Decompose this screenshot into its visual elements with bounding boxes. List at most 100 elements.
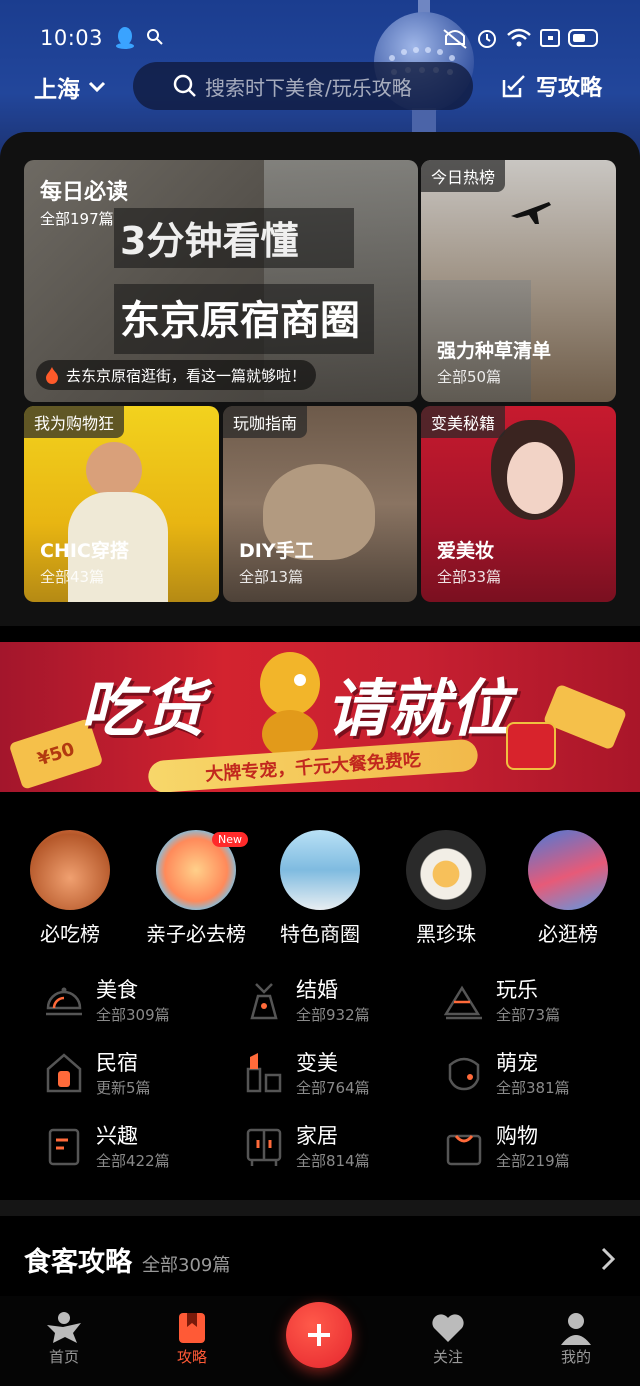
quick-link-label: 必逛榜 — [538, 922, 598, 946]
diy-tag: 玩咖指南 — [223, 406, 308, 438]
add-post-button[interactable] — [286, 1302, 352, 1368]
makeup-card[interactable]: 变美秘籍 爱美妆 全部33篇 — [421, 406, 616, 602]
edit-icon — [502, 75, 525, 98]
portrait-photo — [507, 442, 563, 514]
category-count: 全部814篇 — [296, 1152, 370, 1170]
diy-card[interactable]: 玩咖指南 DIY手工 全部13篇 — [223, 406, 417, 602]
heart-icon — [432, 1314, 464, 1342]
category-home[interactable]: 家居 全部814篇 — [244, 1120, 424, 1180]
chic-count: 全部43篇 — [40, 568, 105, 586]
city-selector[interactable]: 上海 — [34, 70, 106, 104]
category-name: 民宿 — [96, 1051, 138, 1075]
house-icon — [46, 1053, 82, 1093]
category-wedding[interactable]: 结婚 全部932篇 — [244, 974, 424, 1034]
category-count: 全部219篇 — [496, 1152, 570, 1170]
search-input[interactable]: 搜索时下美食/玩乐攻略 — [133, 62, 473, 110]
coupon-value: ¥50 — [34, 738, 78, 770]
tab-home[interactable]: 首页 — [24, 1310, 104, 1367]
hot-count: 全部50篇 — [437, 368, 502, 386]
daily-caption-text: 去东京原宿逛街，看这一篇就够啦！ — [66, 366, 307, 385]
search-placeholder: 搜索时下美食/玩乐攻略 — [205, 75, 412, 100]
category-hobby[interactable]: 兴趣 全部422篇 — [44, 1120, 224, 1180]
dome-icon — [46, 987, 82, 1016]
quick-link-label: 黑珍珠 — [416, 922, 476, 946]
fire-icon — [46, 367, 58, 384]
banner-headline-left: 吃货 — [80, 672, 205, 745]
category-fun[interactable]: 玩乐 全部73篇 — [444, 974, 624, 1034]
category-homestay[interactable]: 民宿 更新5篇 — [44, 1047, 224, 1107]
makeup-count: 全部33篇 — [437, 568, 502, 586]
city-label: 上海 — [34, 77, 80, 103]
quick-links: 必吃榜 亲子必去榜 New 特色商圈 黑珍珠 必逛榜 — [0, 830, 640, 950]
category-beauty[interactable]: 变美 全部764篇 — [244, 1047, 424, 1107]
daily-caption: 去东京原宿逛街，看这一篇就够啦！ — [36, 360, 317, 390]
bookmark-icon — [179, 1313, 205, 1343]
category-shopping[interactable]: 购物 全部219篇 — [444, 1120, 624, 1180]
section-count: 全部309篇 — [142, 1255, 231, 1276]
mountain-icon — [444, 985, 482, 1020]
quick-link-label: 特色商圈 — [280, 922, 360, 946]
model-photo — [86, 442, 142, 498]
wifi-icon — [507, 28, 531, 47]
quick-link-districts[interactable]: 特色商圈 — [260, 830, 380, 947]
quick-link-family[interactable]: 亲子必去榜 — [136, 830, 256, 947]
mall-photo — [528, 830, 608, 910]
category-name: 美食 — [96, 978, 138, 1002]
hot-title: 强力种草清单 — [437, 340, 552, 362]
top-bar: 上海 搜索时下美食/玩乐攻略 写攻略 — [0, 62, 640, 112]
banner-headline-right: 请就位 — [326, 672, 513, 745]
category-name: 玩乐 — [496, 978, 538, 1002]
category-pets[interactable]: 萌宠 全部381篇 — [444, 1047, 624, 1107]
quick-link-label: 亲子必去榜 — [146, 922, 246, 946]
overlay-title-1: 3分钟看懂 — [120, 219, 299, 263]
category-count: 全部932篇 — [296, 1006, 370, 1024]
chic-tag: 我为购物狂 — [24, 406, 125, 438]
foodie-guide-header[interactable]: 食客攻略 全部309篇 — [24, 1240, 230, 1279]
category-name: 萌宠 — [496, 1051, 538, 1075]
wedding-icon — [250, 983, 278, 1020]
quick-link-label: 必吃榜 — [40, 922, 100, 946]
chevron-right-icon[interactable] — [598, 1246, 618, 1272]
quick-link-black-pearl[interactable]: 黑珍珠 — [386, 830, 506, 947]
qq-icon — [116, 27, 134, 49]
tab-follow[interactable]: 关注 — [408, 1310, 488, 1367]
daily-title: 每日必读 — [40, 180, 129, 205]
daily-count: 全部197篇 — [40, 210, 114, 228]
section-title: 食客攻略 — [24, 1247, 132, 1278]
chevron-down-icon — [88, 81, 106, 93]
dog-icon — [448, 1057, 480, 1091]
dish-photo — [406, 830, 486, 910]
category-count: 更新5篇 — [96, 1079, 151, 1097]
daily-read-card[interactable]: 3分钟看懂 东京原宿商圈 每日必读 全部197篇 去东京原宿逛街，看这一篇就够啦… — [24, 160, 418, 402]
quick-link-shopping[interactable]: 必逛榜 — [508, 830, 628, 947]
category-name: 购物 — [496, 1124, 538, 1148]
category-count: 全部764篇 — [296, 1079, 370, 1097]
bag-icon — [446, 1134, 482, 1166]
write-label: 写攻略 — [536, 76, 603, 101]
tab-guides[interactable]: 攻略 — [152, 1310, 232, 1367]
foodie-banner[interactable]: ¥50 吃货 请就位 大牌专宠，千元大餐免费吃 — [0, 642, 640, 792]
hot-list-card[interactable]: 今日热榜 强力种草清单 全部50篇 — [421, 160, 616, 402]
gold-mascot-icon — [260, 652, 320, 758]
quick-link-must-eat[interactable]: 必吃榜 — [10, 830, 130, 947]
category-food[interactable]: 美食 全部309篇 — [44, 974, 224, 1034]
chic-title: CHIC穿搭 — [40, 540, 129, 562]
red-envelope-icon — [506, 722, 556, 770]
lipstick-icon — [246, 1053, 282, 1093]
tab-label: 我的 — [560, 1348, 591, 1366]
write-guide-button[interactable]: 写攻略 — [500, 70, 602, 102]
screen-icon — [540, 29, 560, 47]
makeup-title: 爱美妆 — [437, 540, 495, 562]
cabinet-icon — [246, 1128, 282, 1166]
featured-panel: 3分钟看懂 东京原宿商圈 每日必读 全部197篇 去东京原宿逛街，看这一篇就够啦… — [0, 132, 640, 626]
alarm-icon — [478, 30, 496, 48]
building-photo — [280, 830, 360, 910]
airplane-icon — [511, 202, 551, 224]
home-mascot-icon — [47, 1312, 81, 1343]
plus-icon — [308, 1324, 330, 1346]
mute-icon — [443, 29, 467, 49]
makeup-tag: 变美秘籍 — [421, 406, 506, 438]
chic-card[interactable]: 我为购物狂 CHIC穿搭 全部43篇 — [24, 406, 219, 602]
tab-profile[interactable]: 我的 — [536, 1310, 616, 1367]
tab-label: 关注 — [432, 1348, 463, 1366]
